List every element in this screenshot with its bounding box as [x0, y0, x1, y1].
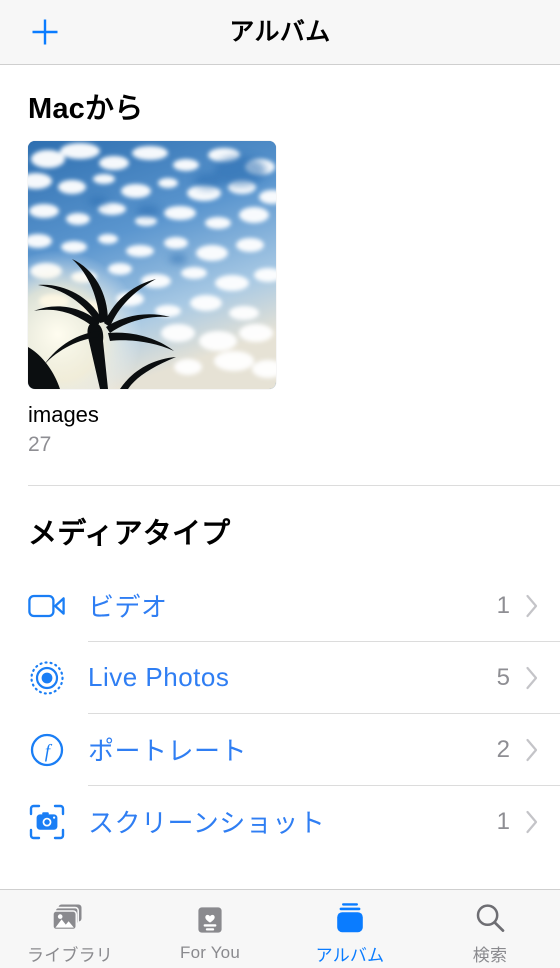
media-row-label: Live Photos: [88, 662, 230, 693]
page-title: アルバム: [229, 18, 331, 46]
media-row-video[interactable]: ビデオ 1: [0, 569, 560, 642]
media-row-count: 1: [496, 591, 510, 619]
live-photos-icon: [24, 655, 70, 701]
tab-label: 検索: [472, 945, 508, 965]
section-header-mac: Macから: [28, 93, 144, 125]
tab-label: ライブラリ: [27, 945, 113, 965]
sky-clouds-palm-tree-photo: [28, 141, 276, 389]
media-row-count: 2: [496, 735, 510, 763]
chevron-right-icon: [522, 807, 542, 837]
media-row-count: 1: [496, 807, 510, 835]
search-magnifier-icon: [474, 897, 506, 939]
chevron-right-icon: [522, 591, 542, 621]
tab-library[interactable]: ライブラリ: [0, 890, 140, 968]
media-row-count: 5: [496, 663, 510, 691]
album-name: images: [28, 402, 99, 427]
album-grid: images 27: [0, 141, 560, 457]
photos-library-icon: [52, 897, 88, 939]
media-row-label: スクリーンショット: [88, 808, 326, 839]
media-row-portrait[interactable]: f ポートレート 2: [0, 713, 560, 786]
portrait-aperture-icon: f: [24, 727, 70, 773]
tab-search[interactable]: 検索: [420, 890, 560, 968]
tab-albums[interactable]: アルバム: [280, 890, 420, 968]
screenshot-camera-icon: [24, 799, 70, 845]
media-type-list: ビデオ 1 Live Photos 5 f ポートレート 2 スクリーンショット…: [0, 569, 560, 858]
tab-label: For You: [179, 943, 240, 962]
chevron-right-icon: [522, 735, 542, 765]
album-count: 27: [28, 432, 52, 456]
albums-scroll-content[interactable]: Macから images 27 メディアタイプ ビデオ 1 Live Photo…: [0, 65, 560, 889]
svg-text:f: f: [45, 741, 53, 762]
tab-for-you[interactable]: For You: [140, 890, 280, 968]
row-separator: [88, 857, 560, 858]
tab-bar: ライブラリ For You アルバム 検索: [0, 889, 560, 968]
albums-stack-icon: [333, 897, 367, 939]
media-row-label: ビデオ: [88, 592, 168, 623]
album-cell-images[interactable]: images 27: [28, 141, 276, 457]
photos-app-screen: アルバム Macから images 27 メディアタイプ ビデオ 1 Live …: [0, 0, 560, 968]
media-row-label: ポートレート: [88, 736, 248, 767]
section-header-media-types: メディアタイプ: [28, 517, 231, 550]
navigation-bar: アルバム: [0, 0, 560, 65]
album-thumbnail[interactable]: [28, 141, 276, 389]
media-row-live-photos[interactable]: Live Photos 5: [0, 641, 560, 714]
chevron-right-icon: [522, 663, 542, 693]
media-row-screenshots[interactable]: スクリーンショット 1: [0, 785, 560, 858]
tab-label: アルバム: [315, 945, 385, 965]
video-camera-icon: [24, 583, 70, 629]
for-you-heart-card-icon: [195, 899, 225, 941]
